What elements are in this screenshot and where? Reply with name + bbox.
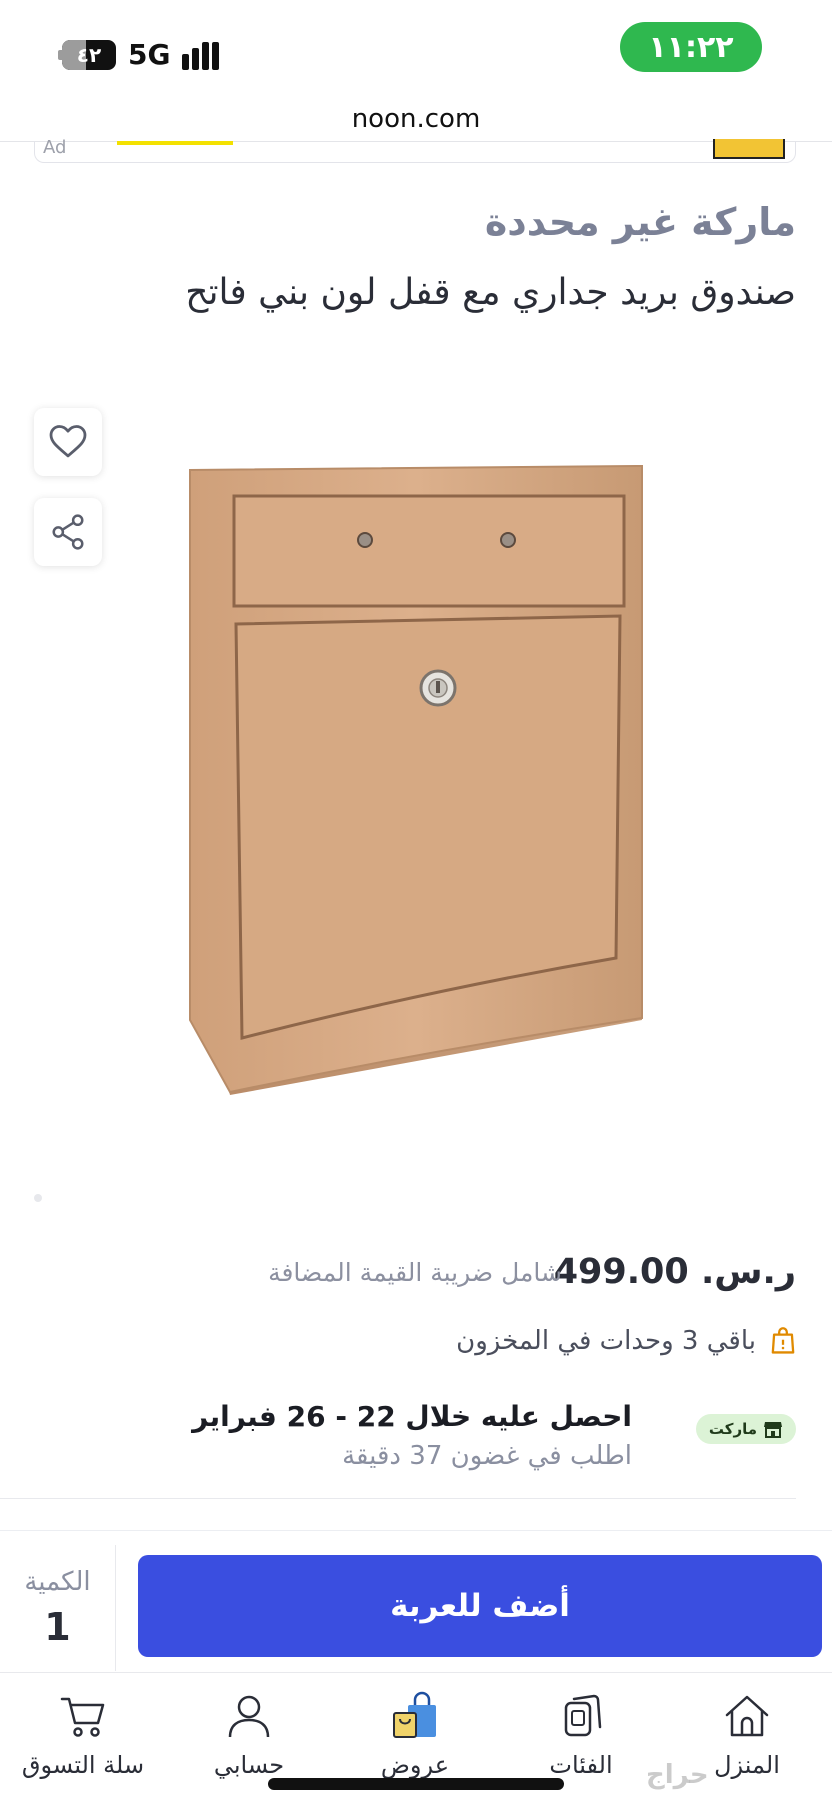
share-button[interactable] — [34, 498, 102, 566]
home-icon — [725, 1695, 769, 1737]
add-to-cart-button[interactable]: أضف للعربة — [138, 1555, 822, 1657]
nav-account[interactable]: حسابي — [174, 1691, 324, 1779]
delivery-estimate: احصل عليه خلال 22 - 26 فبراير — [192, 1400, 632, 1433]
nav-categories-label: الفئات — [549, 1751, 613, 1779]
store-icon — [764, 1422, 783, 1438]
add-to-cart-bar: الكمية 1 أضف للعربة — [0, 1530, 832, 1672]
ad-label: Ad — [43, 137, 67, 158]
user-icon — [228, 1695, 270, 1738]
nav-deals[interactable]: عروض — [340, 1691, 490, 1779]
nav-categories[interactable]: الفئات — [506, 1691, 656, 1779]
order-countdown: اطلب في غضون 37 دقيقة — [342, 1441, 632, 1471]
home-indicator[interactable] — [268, 1778, 564, 1790]
market-badge-label: ماركت — [708, 1420, 758, 1438]
battery-level: ٤٢ — [76, 43, 102, 67]
quantity-value: 1 — [44, 1605, 71, 1649]
quantity-selector[interactable]: الكمية 1 — [0, 1545, 116, 1671]
shopping-bag-icon — [393, 1691, 436, 1738]
share-icon — [52, 514, 84, 550]
nav-cart-label: سلة التسوق — [21, 1751, 145, 1779]
product-brand[interactable]: ماركة غير محددة — [485, 200, 796, 244]
section-divider — [0, 1498, 796, 1499]
mailbox-product-image[interactable] — [180, 460, 670, 1100]
stock-info: باقي 3 وحدات في المخزون — [456, 1326, 796, 1356]
watermark-logo: حراج — [646, 1760, 709, 1790]
shopping-bag-icon — [771, 1327, 795, 1354]
cart-icon — [60, 1697, 105, 1737]
status-time[interactable]: ١١:٢٢ — [620, 22, 762, 72]
vat-note: شامل ضريبة القيمة المضافة — [268, 1258, 562, 1287]
nav-deals-label: عروض — [380, 1751, 450, 1779]
delivery-info: احصل عليه خلال 22 - 26 فبراير اطلب في غض… — [192, 1400, 632, 1471]
product-price: ر.س. 499.00 — [553, 1252, 796, 1292]
ad-thumbnail — [713, 139, 785, 159]
categories-icon — [564, 1694, 602, 1737]
status-bar: ٤٢ 5G ١١:٢٢ — [0, 0, 832, 96]
gallery-indicator[interactable] — [34, 1194, 42, 1202]
market-badge[interactable]: ماركت — [696, 1414, 796, 1444]
signal-icon — [182, 42, 226, 70]
quantity-label: الكمية — [24, 1567, 91, 1597]
product-title: صندوق بريد جداري مع قفل لون بني فاتح — [185, 272, 796, 313]
nav-cart[interactable]: سلة التسوق — [8, 1691, 158, 1779]
battery-indicator: ٤٢ — [58, 40, 116, 70]
ad-highlight — [117, 141, 233, 145]
stock-text: باقي 3 وحدات في المخزون — [456, 1326, 756, 1356]
heart-icon — [49, 425, 87, 458]
url-bar[interactable]: noon.com — [0, 96, 832, 142]
nav-account-label: حسابي — [213, 1751, 285, 1779]
ad-banner[interactable]: Ad — [34, 137, 796, 163]
network-type: 5G — [128, 38, 171, 71]
favorite-button[interactable] — [34, 408, 102, 476]
